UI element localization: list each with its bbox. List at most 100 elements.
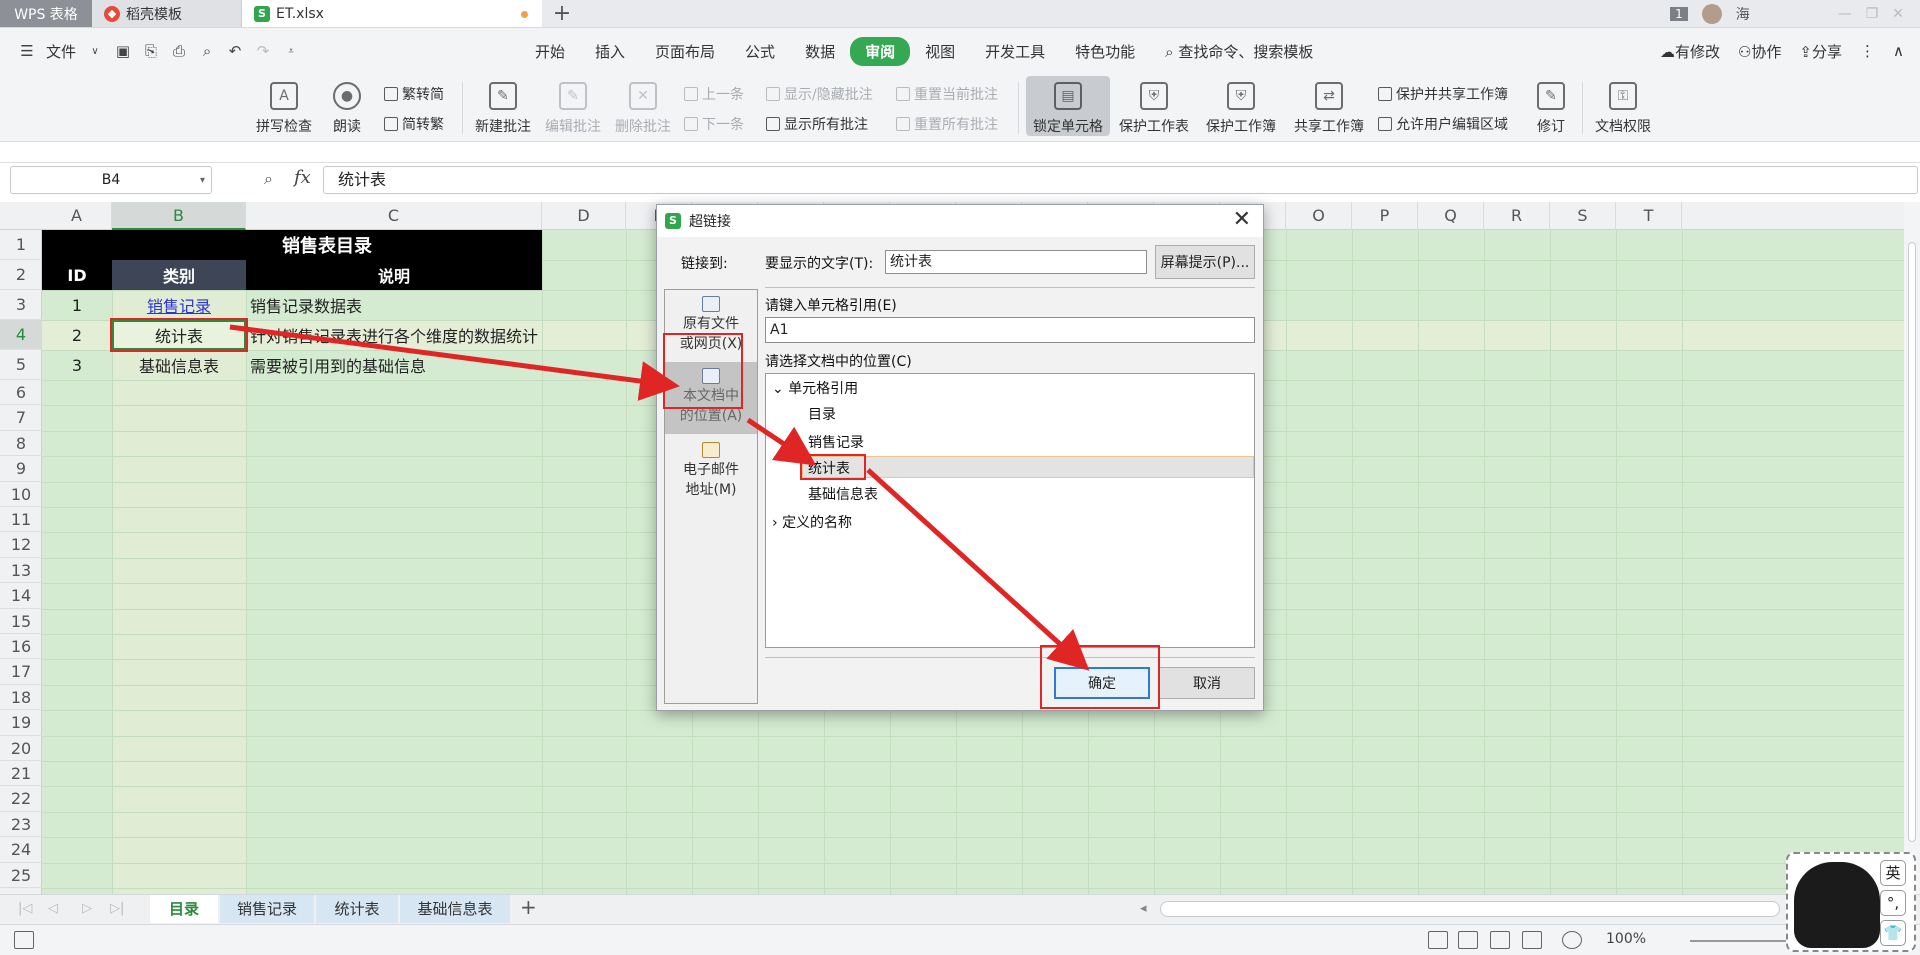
row-header-18[interactable]: 18 xyxy=(0,685,42,711)
zoom-slider[interactable] xyxy=(1690,940,1800,942)
reading-mode-icon[interactable] xyxy=(1522,931,1542,949)
row-header-10[interactable]: 10 xyxy=(0,482,42,507)
protect-sheet-button[interactable]: ⛨ 保护工作表 xyxy=(1114,76,1194,136)
allow-edit-ranges-button[interactable]: 允许用户编辑区域 xyxy=(1378,114,1508,134)
header-description[interactable]: 说明 xyxy=(246,260,542,290)
protect-book-button[interactable]: ⛨ 保护工作簿 xyxy=(1200,76,1282,136)
header-category[interactable]: 类别 xyxy=(112,260,246,290)
edit-comment-button[interactable]: ✎ 编辑批注 xyxy=(540,76,606,136)
row-header-21[interactable]: 21 xyxy=(0,761,42,787)
function-icon[interactable]: fx xyxy=(294,167,311,188)
close-window-icon[interactable]: ✕ xyxy=(1892,6,1904,22)
new-tab-button[interactable]: + xyxy=(542,0,582,27)
column-header-d[interactable]: D xyxy=(542,202,626,230)
row-header-8[interactable]: 8 xyxy=(0,431,42,457)
maximize-icon[interactable]: ❐ xyxy=(1866,6,1879,22)
save-icon[interactable]: ▣ xyxy=(114,42,132,60)
screen-tip-button[interactable]: 屏幕提示(P)... xyxy=(1155,245,1255,279)
row-header-6[interactable]: 6 xyxy=(0,380,42,406)
chevron-down-icon[interactable]: ∨ xyxy=(86,42,104,60)
tab-formulas[interactable]: 公式 xyxy=(730,37,790,66)
horizontal-scrollbar[interactable] xyxy=(1160,901,1780,917)
last-sheet-icon[interactable]: ▷| xyxy=(110,901,124,916)
row-header-9[interactable]: 9 xyxy=(0,456,42,482)
ime-punct-key[interactable]: °, xyxy=(1880,890,1906,916)
reset-current-button[interactable]: 重置当前批注 xyxy=(896,84,998,104)
tree-node-defined-names[interactable]: › 定义的名称 xyxy=(772,512,852,532)
column-header-t[interactable]: T xyxy=(1616,202,1682,230)
export-icon[interactable]: ⎘ xyxy=(142,42,160,60)
share-button[interactable]: ⇪分享 xyxy=(1799,41,1842,62)
chevron-down-icon[interactable]: ▾ xyxy=(200,175,205,186)
row-header-11[interactable]: 11 xyxy=(0,507,42,533)
trad-to-simp-button[interactable]: 繁转简 xyxy=(384,84,444,104)
tab-data[interactable]: 数据 xyxy=(790,37,850,66)
table-row-id[interactable]: 2 xyxy=(42,320,112,350)
formula-input[interactable]: 统计表 xyxy=(323,166,1918,194)
row-header-5[interactable]: 5 xyxy=(0,350,42,380)
hamburger-icon[interactable]: ☰ xyxy=(18,42,36,60)
prev-comment-button[interactable]: 上一条 xyxy=(684,84,744,104)
protect-share-book-button[interactable]: 保护并共享工作簿 xyxy=(1378,84,1508,104)
reset-all-button[interactable]: 重置所有批注 xyxy=(896,114,998,134)
macro-icon[interactable] xyxy=(14,931,34,949)
tab-developer[interactable]: 开发工具 xyxy=(970,37,1060,66)
column-header-o[interactable]: O xyxy=(1286,202,1352,230)
command-search[interactable]: ⌕ 查找命令、搜索模板 xyxy=(1150,37,1328,66)
collab-button[interactable]: ⚇协作 xyxy=(1738,41,1781,62)
column-header-a[interactable]: A xyxy=(42,202,112,230)
tree-item-catalog[interactable]: 目录 xyxy=(808,404,836,424)
row-header-17[interactable]: 17 xyxy=(0,659,42,685)
column-header-r[interactable]: R xyxy=(1484,202,1550,230)
ime-skin-key[interactable]: 👕 xyxy=(1880,920,1906,946)
minimize-icon[interactable]: — xyxy=(1838,6,1852,22)
customize-toolbar-icon[interactable]: ⩡ xyxy=(282,42,300,60)
column-header-p[interactable]: P xyxy=(1352,202,1418,230)
fullscreen-icon[interactable] xyxy=(1428,931,1448,949)
eye-protect-icon[interactable] xyxy=(1562,931,1582,949)
row-header-2[interactable]: 2 xyxy=(0,260,42,290)
scroll-left-icon[interactable]: ◂ xyxy=(1140,901,1147,916)
row-header-22[interactable]: 22 xyxy=(0,786,42,812)
column-header-s[interactable]: S xyxy=(1550,202,1616,230)
column-header-b[interactable]: B xyxy=(112,202,246,230)
collapse-ribbon-icon[interactable]: ∧ xyxy=(1893,42,1904,60)
sheet-tab-sales[interactable]: 销售记录 xyxy=(220,895,314,923)
delete-comment-button[interactable]: ✕ 删除批注 xyxy=(610,76,676,136)
doc-rights-button[interactable]: ⚿ 文档权限 xyxy=(1590,76,1656,136)
spell-check-button[interactable]: A 拼写检查 xyxy=(248,76,320,136)
sidebar-item-email[interactable]: 电子邮件 地址(M) xyxy=(665,436,757,506)
read-aloud-button[interactable]: ● 朗读 xyxy=(326,76,368,136)
table-row-desc[interactable]: 销售记录数据表 xyxy=(250,290,362,320)
undo-icon[interactable]: ↶ xyxy=(226,42,244,60)
window-count-badge[interactable]: 1 xyxy=(1670,6,1688,21)
sheet-tab-stats[interactable]: 统计表 xyxy=(316,895,398,923)
close-icon[interactable]: ✕ xyxy=(1233,207,1251,232)
next-sheet-icon[interactable]: ▷ xyxy=(82,901,92,916)
tab-features[interactable]: 特色功能 xyxy=(1060,37,1150,66)
row-header-3[interactable]: 3 xyxy=(0,290,42,320)
row-header-14[interactable]: 14 xyxy=(0,583,42,609)
row-header-12[interactable]: 12 xyxy=(0,532,42,558)
row-header-19[interactable]: 19 xyxy=(0,710,42,736)
row-header-23[interactable]: 23 xyxy=(0,812,42,838)
row-header-7[interactable]: 7 xyxy=(0,405,42,431)
column-header-c[interactable]: C xyxy=(246,202,542,230)
show-all-comments-button[interactable]: 显示所有批注 xyxy=(766,114,868,134)
revise-button[interactable]: ✎ 修订 xyxy=(1526,76,1576,136)
table-row-desc[interactable]: 需要被引用到的基础信息 xyxy=(250,350,426,380)
avatar[interactable] xyxy=(1701,3,1722,24)
ime-widget[interactable]: 英 °, 👕 xyxy=(1786,852,1916,952)
title-cell-a1[interactable] xyxy=(42,230,112,260)
redo-icon[interactable]: ↷ xyxy=(254,42,272,60)
cancel-button[interactable]: 取消 xyxy=(1159,667,1255,699)
row-header-16[interactable]: 16 xyxy=(0,634,42,660)
row-header-1[interactable]: 1 xyxy=(0,230,42,260)
show-hide-comments-button[interactable]: 显示/隐藏批注 xyxy=(766,84,873,104)
tree-item-basic-info[interactable]: 基础信息表 xyxy=(808,484,878,504)
tab-et-file[interactable]: S ET.xlsx xyxy=(242,0,542,27)
table-row-category[interactable]: 基础信息表 xyxy=(112,350,246,380)
cell-ref-input[interactable]: A1 xyxy=(765,317,1255,343)
next-comment-button[interactable]: 下一条 xyxy=(684,114,744,134)
tab-insert[interactable]: 插入 xyxy=(580,37,640,66)
